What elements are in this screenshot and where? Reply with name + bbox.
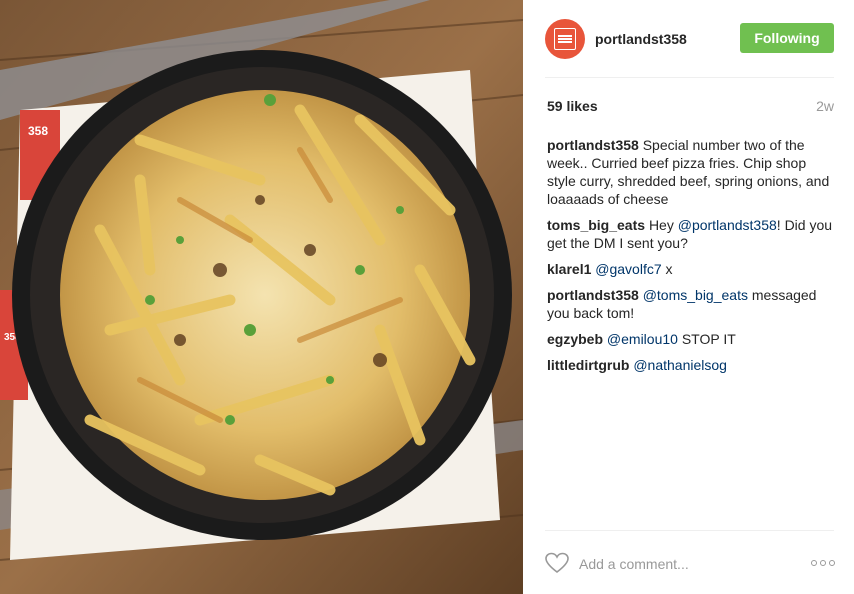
avatar[interactable] <box>545 19 585 59</box>
comment-footer <box>545 548 835 578</box>
comment-input[interactable] <box>579 554 779 574</box>
comment-user-link[interactable]: littledirtgrub <box>547 357 629 373</box>
comment-user-link[interactable]: klarel1 <box>547 261 591 277</box>
following-button[interactable]: Following <box>740 23 834 53</box>
comment-item: klarel1 @gavolfc7 x <box>547 260 837 278</box>
comment-text: x <box>665 261 673 277</box>
comment-item: littledirtgrub @nathanielsog <box>547 356 837 374</box>
comment-text: STOP IT <box>681 331 736 347</box>
tag-top-label: 358 <box>28 124 48 138</box>
post-time[interactable]: 2w <box>816 98 834 114</box>
avatar-logo-icon <box>554 28 576 50</box>
post-header: portlandst358 Following <box>523 0 854 78</box>
header-username-link[interactable]: portlandst358 <box>595 31 687 47</box>
comment-item: portlandst358 @toms_big_eats messaged yo… <box>547 286 837 322</box>
comment-pre-text: Hey <box>648 217 674 233</box>
header-divider <box>545 77 834 78</box>
comment-item: toms_big_eats Hey @portlandst358! Did yo… <box>547 216 837 252</box>
comment-mention-link[interactable]: @emilou10 <box>607 331 678 347</box>
comment-list: portlandst358 Special number two of the … <box>547 136 837 382</box>
comment-item: egzybeb @emilou10 STOP IT <box>547 330 837 348</box>
comment-mention-link[interactable]: @nathanielsog <box>633 357 727 373</box>
footer-divider <box>545 530 834 531</box>
more-options-icon[interactable] <box>811 560 835 566</box>
comment-mention-link[interactable]: @gavolfc7 <box>595 261 661 277</box>
comment-user-link[interactable]: egzybeb <box>547 331 603 347</box>
comment-mention-link[interactable]: @portlandst358 <box>678 217 777 233</box>
post-photo[interactable]: 358 358 <box>0 0 523 594</box>
comment-mention-link[interactable]: @toms_big_eats <box>643 287 748 303</box>
likes-count[interactable]: 59 likes <box>547 98 598 114</box>
comment-user-link[interactable]: toms_big_eats <box>547 217 645 233</box>
post-stats: 59 likes 2w <box>547 98 834 116</box>
heart-icon[interactable] <box>545 552 569 574</box>
fries-image: 358 358 <box>0 0 523 594</box>
caption: portlandst358 Special number two of the … <box>547 136 837 208</box>
comment-user-link[interactable]: portlandst358 <box>547 287 639 303</box>
comment-user-link[interactable]: portlandst358 <box>547 137 639 153</box>
post-panel: portlandst358 Following 59 likes 2w port… <box>523 0 854 594</box>
